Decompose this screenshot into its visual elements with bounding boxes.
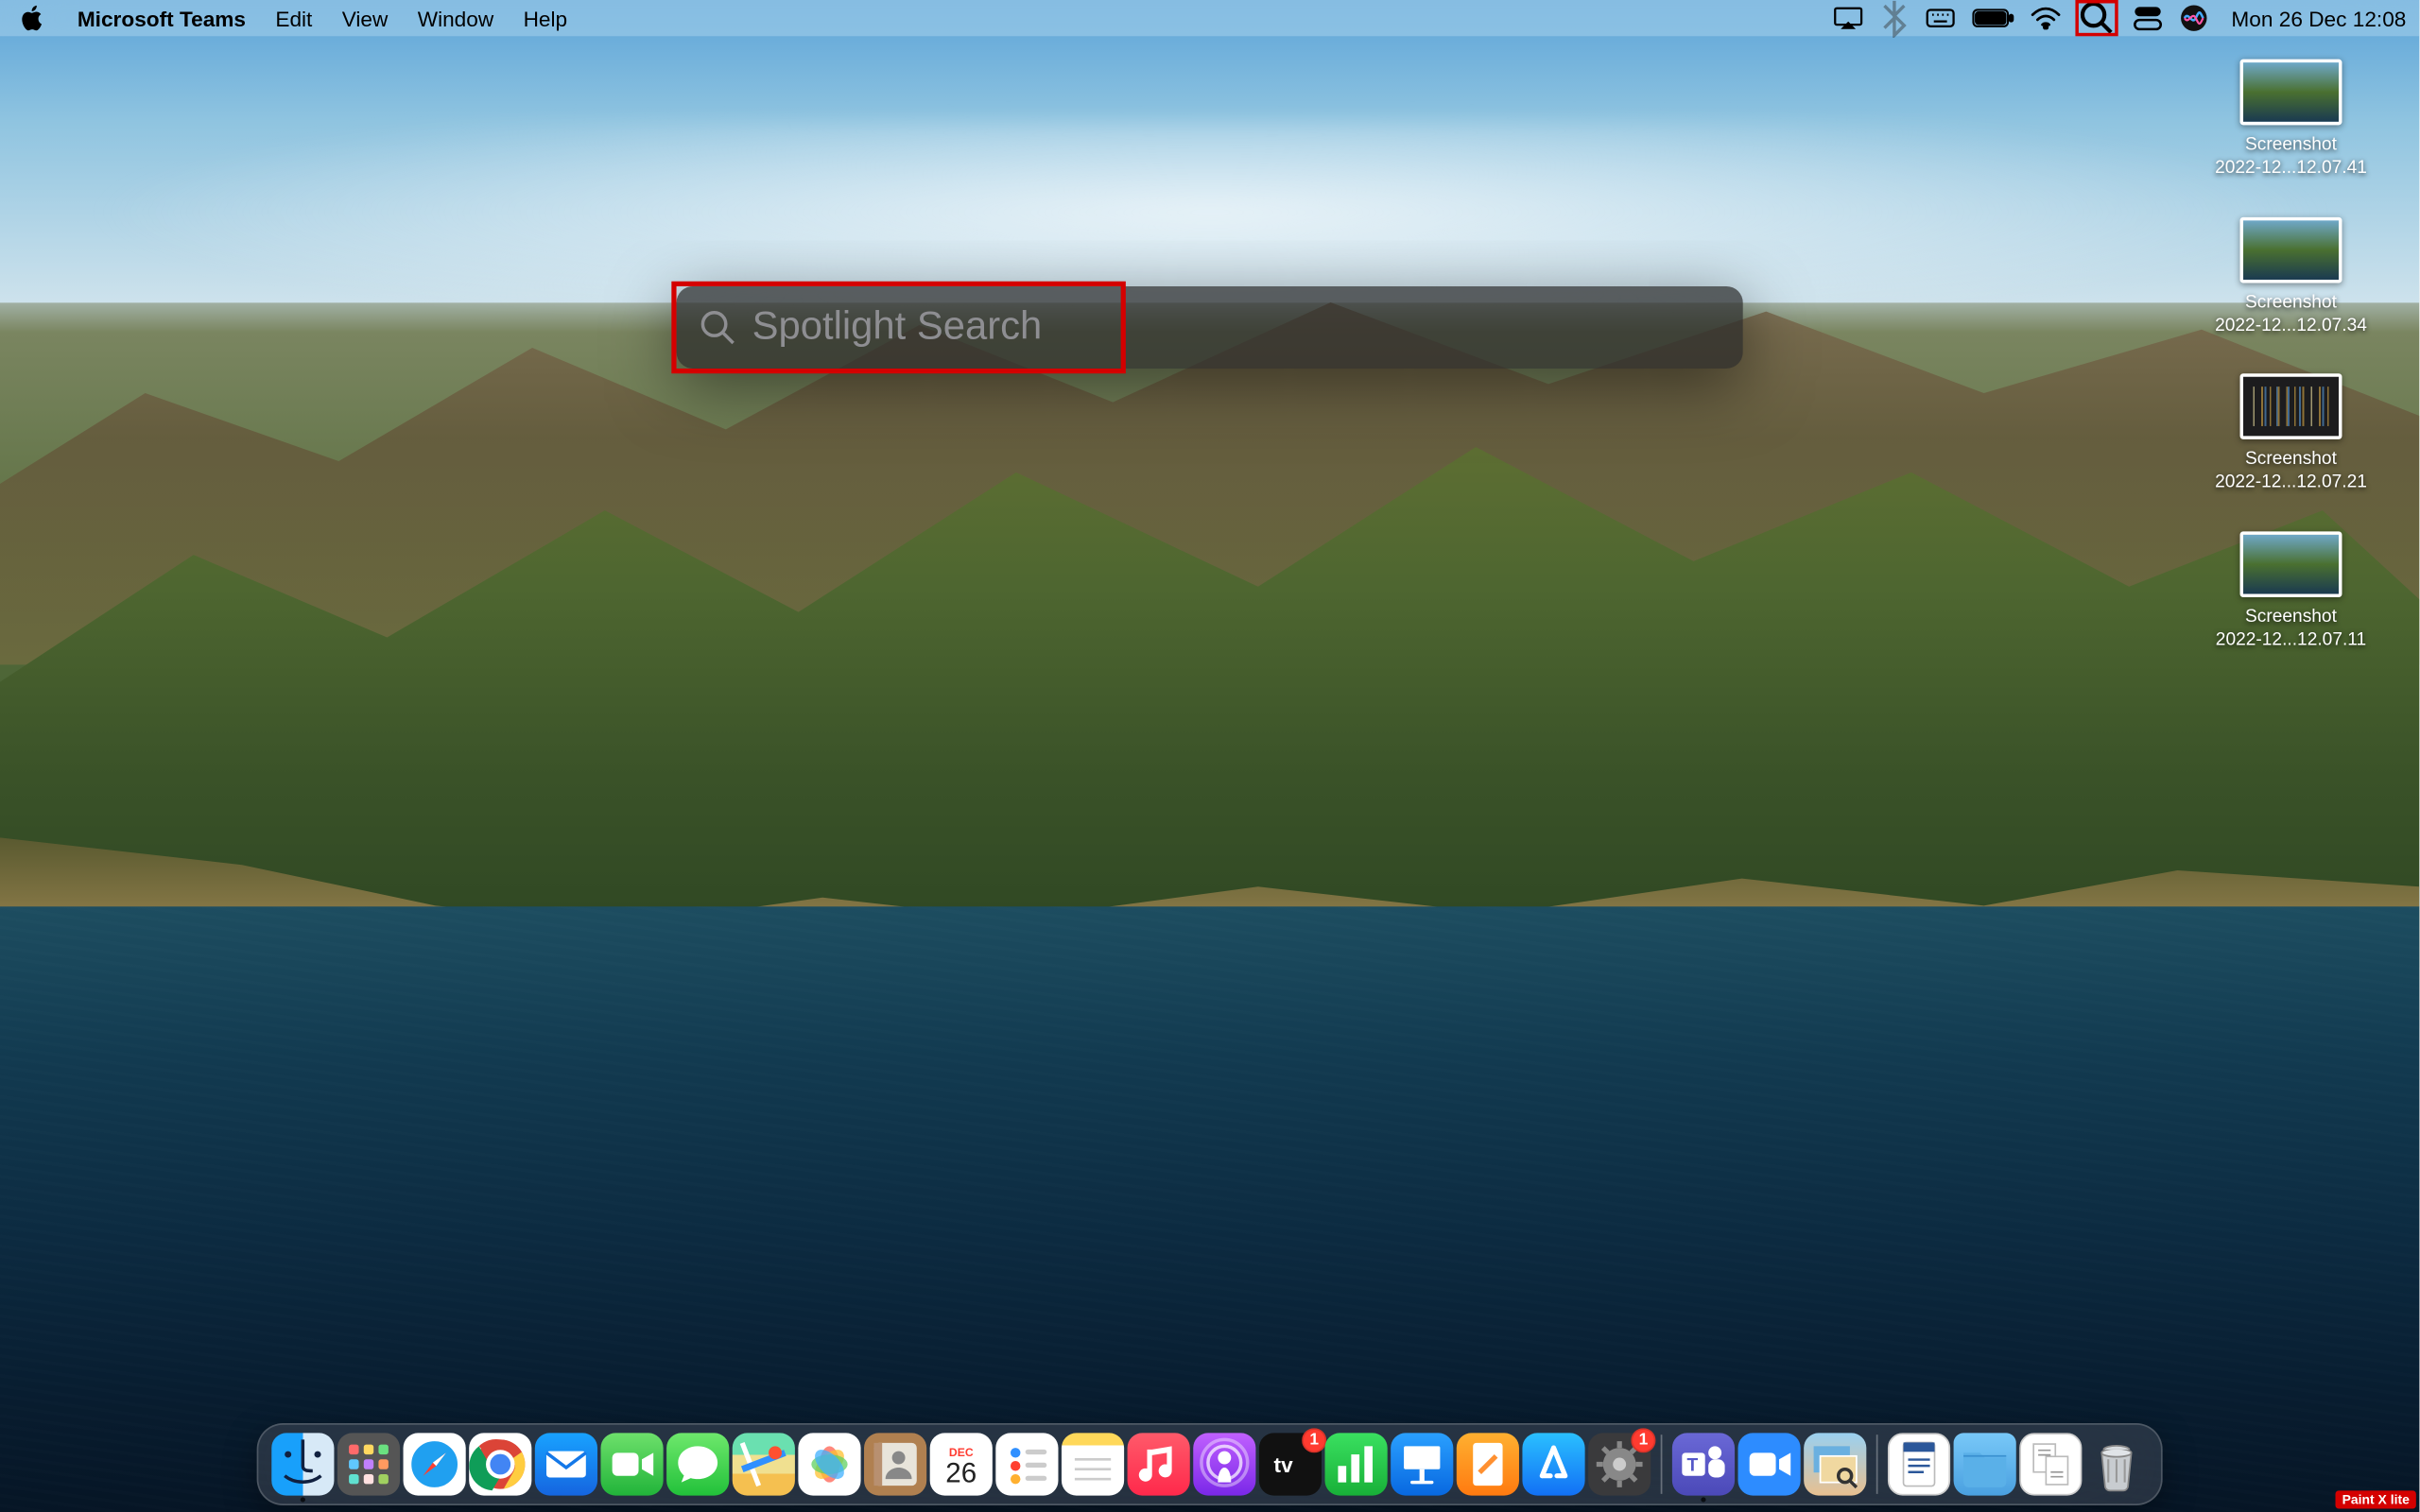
badge: 1 — [1631, 1428, 1655, 1452]
desktop-file-screenshot[interactable]: Screenshot2022-12...12.07.41 — [2192, 60, 2390, 180]
spotlight-input[interactable] — [735, 304, 1720, 351]
dock-facetime[interactable] — [600, 1433, 663, 1495]
dock-system-settings[interactable]: 1 — [1588, 1433, 1651, 1495]
apple-menu-icon[interactable] — [20, 5, 46, 31]
dock-pages[interactable] — [1457, 1433, 1519, 1495]
desktop-file-screenshot[interactable]: Screenshot2022-12...12.07.11 — [2192, 531, 2390, 652]
dock: DEC26 tv1 1 T — [257, 1423, 2163, 1505]
menu-help[interactable]: Help — [509, 0, 582, 36]
battery-icon[interactable] — [1971, 5, 2014, 31]
spotlight-search-window[interactable] — [677, 286, 1743, 369]
menubar-clock[interactable]: Mon 26 Dec 12:08 — [2224, 6, 2406, 30]
desktop-icons-column: Screenshot2022-12...12.07.41 Screenshot2… — [2192, 60, 2390, 689]
file-label: Screenshot2022-12...12.07.41 — [2215, 133, 2367, 180]
dock-chrome[interactable] — [469, 1433, 531, 1495]
dock-reminders[interactable] — [995, 1433, 1058, 1495]
dock-music[interactable] — [1128, 1433, 1190, 1495]
dock-finder[interactable] — [271, 1433, 334, 1495]
airplay-icon[interactable] — [1833, 5, 1862, 31]
thumbnail-icon — [2240, 374, 2342, 440]
dock-safari[interactable] — [404, 1433, 466, 1495]
wallpaper-clouds — [0, 121, 2420, 302]
wallpaper-ocean — [0, 907, 2419, 1512]
dock-launchpad[interactable] — [337, 1433, 400, 1495]
dock-separator — [1661, 1435, 1663, 1494]
file-label: Screenshot2022-12...12.07.21 — [2215, 448, 2367, 495]
dock-mail[interactable] — [535, 1433, 597, 1495]
dock-tv[interactable]: tv1 — [1259, 1433, 1322, 1495]
bluetooth-off-icon[interactable] — [1879, 5, 1909, 31]
menu-view[interactable]: View — [327, 0, 403, 36]
dock-notes[interactable] — [1062, 1433, 1124, 1495]
dock-zoom[interactable] — [1738, 1433, 1801, 1495]
dock-preview[interactable] — [1804, 1433, 1866, 1495]
dock-appstore[interactable] — [1522, 1433, 1584, 1495]
wifi-icon[interactable] — [2031, 5, 2060, 31]
dock-teams[interactable]: T — [1672, 1433, 1735, 1495]
dock-contacts[interactable] — [864, 1433, 926, 1495]
calendar-day-label: 26 — [945, 1459, 977, 1487]
svg-text:T: T — [1687, 1455, 1699, 1475]
badge: 1 — [1302, 1428, 1326, 1452]
siri-icon[interactable] — [2179, 5, 2208, 31]
dock-photos[interactable] — [798, 1433, 860, 1495]
dock-recent-doc2[interactable] — [2019, 1433, 2082, 1495]
dock-recent-doc[interactable] — [1888, 1433, 1950, 1495]
file-label: Screenshot2022-12...12.07.34 — [2215, 290, 2367, 337]
dock-numbers[interactable] — [1325, 1433, 1388, 1495]
dock-calendar[interactable]: DEC26 — [930, 1433, 993, 1495]
thumbnail-icon — [2240, 531, 2342, 597]
dock-messages[interactable] — [666, 1433, 729, 1495]
dock-maps[interactable] — [733, 1433, 795, 1495]
dock-trash[interactable] — [2085, 1433, 2148, 1495]
spotlight-menubar-icon[interactable] — [2077, 2, 2117, 35]
control-center-icon[interactable] — [2133, 5, 2162, 31]
svg-text:tv: tv — [1274, 1453, 1294, 1477]
search-icon — [700, 309, 735, 345]
menu-window[interactable]: Window — [403, 0, 509, 36]
desktop-file-screenshot[interactable]: Screenshot2022-12...12.07.34 — [2192, 216, 2390, 337]
dock-podcasts[interactable] — [1193, 1433, 1255, 1495]
menubar: Microsoft Teams Edit View Window Help Mo… — [0, 0, 2419, 36]
dock-separator — [1876, 1435, 1878, 1494]
dock-downloads-folder[interactable] — [1954, 1433, 2016, 1495]
menu-edit[interactable]: Edit — [261, 0, 327, 36]
thumbnail-icon — [2240, 60, 2342, 126]
watermark-paintx: Paint X lite — [2336, 1490, 2416, 1508]
app-menu[interactable]: Microsoft Teams — [62, 0, 261, 36]
desktop-file-screenshot[interactable]: Screenshot2022-12...12.07.21 — [2192, 374, 2390, 495]
keyboard-input-icon[interactable] — [1926, 5, 1955, 31]
dock-keynote[interactable] — [1391, 1433, 1453, 1495]
file-label: Screenshot2022-12...12.07.11 — [2216, 605, 2366, 652]
thumbnail-icon — [2240, 216, 2342, 283]
